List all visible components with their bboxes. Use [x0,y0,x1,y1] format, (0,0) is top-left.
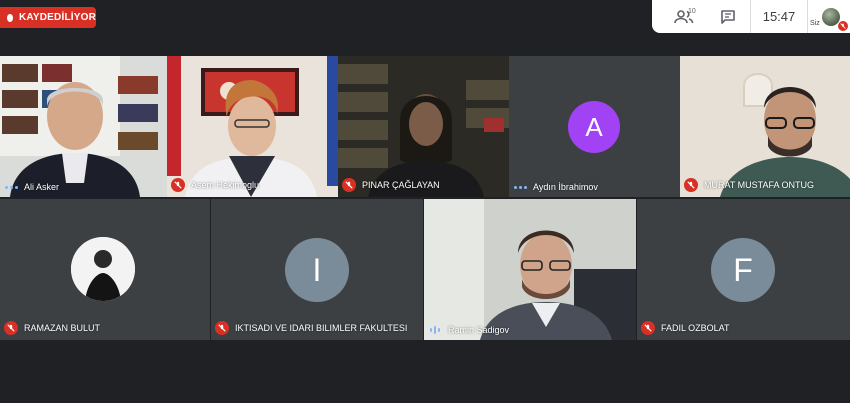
chat-icon [721,9,735,24]
participant-name: Ramin Sadigov [448,325,510,335]
participant-name: Ali Asker [24,182,60,192]
mic-off-icon [838,21,848,31]
mic-off-icon [342,178,356,192]
audio-level-icon [428,325,442,335]
participant-name: RAMAZAN BULUT [24,323,101,333]
participant-name-row: Ramin Sadigov [428,325,509,335]
participant-name-row: Ali Asker [4,182,59,192]
participant-name: PINAR ÇAĞLAYAN [362,180,440,190]
video-feed [680,56,850,197]
participant-name: Asem Hekimoglu [191,180,260,190]
participant-tile[interactable]: Asem Hekimoglu [167,56,338,197]
self-label: Siz [810,20,820,27]
avatar: I [285,238,349,302]
recording-dot-icon [7,13,13,22]
recording-label: KAYDEDİLİYOR [18,12,96,23]
video-feed [167,56,338,197]
more-options-icon[interactable] [513,185,527,189]
self-preview[interactable]: Siz [808,0,848,33]
video-feed [424,199,636,340]
participant-tile[interactable]: RAMAZAN BULUT [0,199,210,340]
clock-time: 15:47 [762,9,796,24]
mic-off-icon [641,321,655,335]
participants-button[interactable]: 10 [662,0,706,33]
participant-tile[interactable]: F FADIL OZBOLAT [637,199,850,340]
participant-tile[interactable]: MURAT MUSTAFA ONTUG [680,56,850,197]
self-avatar [822,8,840,26]
participant-tile[interactable]: PINAR ÇAĞLAYAN [338,56,509,197]
participant-tile[interactable]: A Aydın İbrahimov [509,56,680,197]
mic-off-icon [171,178,185,192]
participant-name-row: Asem Hekimoglu [171,178,259,192]
video-feed [0,56,167,197]
participant-name: MURAT MUSTAFA ONTUG [704,180,815,190]
participant-name-row: Aydın İbrahimov [513,182,598,192]
more-options-icon[interactable] [4,185,18,189]
avatar: A [568,101,620,153]
mic-off-icon [215,321,229,335]
participant-name-row: PINAR ÇAĞLAYAN [342,178,440,192]
participant-name: IKTISADI VE IDARI BILIMLER FAKULTESI [235,323,408,333]
participant-name-row: IKTISADI VE IDARI BILIMLER FAKULTESI [215,321,407,335]
mic-off-icon [4,321,18,335]
participant-tile[interactable]: I IKTISADI VE IDARI BILIMLER FAKULTESI [211,199,423,340]
recording-badge: KAYDEDİLİYOR [0,7,96,28]
avatar [71,237,135,301]
participant-tile[interactable]: Ramin Sadigov [424,199,636,340]
video-feed [338,56,509,197]
participant-name: Aydın İbrahimov [533,182,598,192]
avatar: F [711,238,775,302]
avatar-letter: I [312,251,322,288]
avatar-letter: F [733,251,753,288]
participant-name-row: MURAT MUSTAFA ONTUG [684,178,814,192]
participant-name-row: FADIL OZBOLAT [641,321,730,335]
participant-name-row: RAMAZAN BULUT [4,321,100,335]
mic-off-icon [684,178,698,192]
meeting-toolbar: 10 15:47 Siz [652,0,850,33]
participant-tile[interactable]: Ali Asker [0,56,167,197]
chat-button[interactable] [706,0,750,33]
participant-count: 10 [688,8,696,15]
participant-name: FADIL OZBOLAT [661,323,730,333]
profile-photo [71,237,135,301]
avatar-letter: A [585,111,603,142]
